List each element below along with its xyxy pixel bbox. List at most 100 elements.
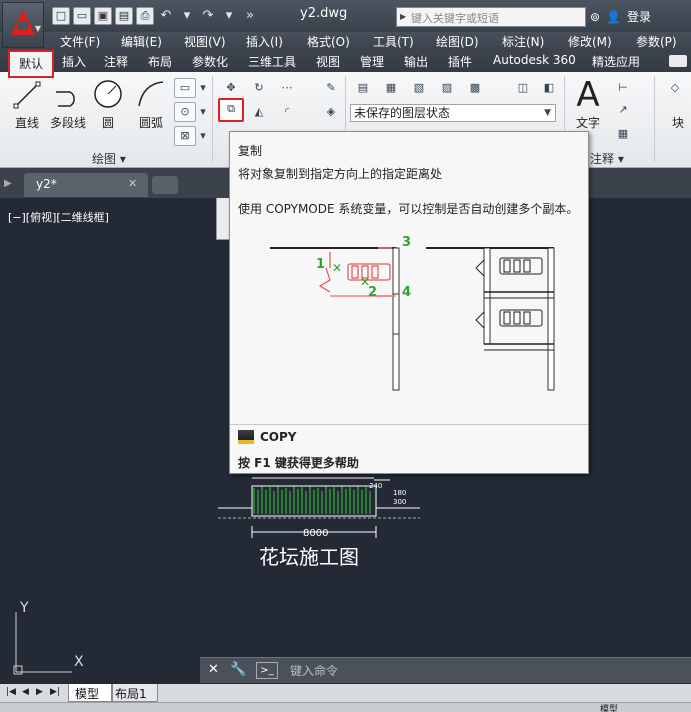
tab-layout[interactable]: 布局 [148, 53, 172, 70]
viewport-controls[interactable]: [−][俯视][二维线框] [8, 209, 109, 225]
layer-off-icon[interactable]: ▦ [380, 78, 402, 98]
tab-manage[interactable]: 管理 [360, 53, 384, 70]
menu-format[interactable]: 格式(O) [307, 33, 350, 50]
circle-label: 圆 [101, 116, 114, 130]
annotation-panel-title[interactable]: 注释 ▾ [590, 150, 624, 167]
tab-view[interactable]: 视图 [316, 53, 340, 70]
layer-walk-icon[interactable]: ◧ [538, 78, 560, 98]
tab-plugins[interactable]: 插件 [448, 53, 472, 70]
polyline-tool[interactable]: 多段线 [48, 78, 88, 131]
layer-properties-icon[interactable]: ▤ [352, 78, 374, 98]
application-menu-button[interactable]: ▼ [2, 2, 44, 48]
explode-icon[interactable]: ◈ [320, 102, 342, 122]
last-tab-icon[interactable]: ▶| [50, 687, 60, 697]
new-file-icon[interactable]: □ [52, 7, 70, 25]
rectangle-icon[interactable]: ▭ [174, 78, 196, 98]
more-commands-icon[interactable]: » [241, 7, 259, 25]
arc-tool[interactable]: 圆弧 [134, 78, 168, 131]
undo-dropdown-icon[interactable]: ▾ [178, 7, 196, 25]
rectangle-dropdown-icon[interactable]: ▾ [198, 78, 208, 98]
mirror-icon[interactable]: ◭ [248, 102, 270, 122]
ellipse-icon[interactable]: ⊙ [174, 102, 196, 122]
status-model-label[interactable]: 模型 [600, 702, 618, 712]
menu-dimension[interactable]: 标注(N) [502, 33, 544, 50]
tab-insert[interactable]: 插入 [62, 53, 86, 70]
menu-modify[interactable]: 修改(M) [568, 33, 612, 50]
dimension-icon[interactable]: ⊢ [612, 78, 634, 98]
ellipse-dropdown-icon[interactable]: ▾ [198, 102, 208, 122]
undo-icon[interactable]: ↶ [157, 7, 175, 25]
tab-annotate[interactable]: 注释 [104, 53, 128, 70]
document-title: y2.dwg [300, 6, 348, 21]
close-icon[interactable]: ✕ [208, 662, 219, 677]
tab-featured-apps[interactable]: 精选应用 [592, 53, 640, 70]
wrench-icon[interactable]: 🔧 [230, 662, 246, 677]
leader-icon[interactable]: ↗ [612, 100, 634, 120]
tooltip-title: 复制 [238, 144, 263, 158]
menu-view[interactable]: 视图(V) [184, 33, 226, 50]
command-line: ✕ 🔧 >_ 键入命令 [200, 657, 691, 683]
command-input[interactable]: 键入命令 [290, 662, 338, 679]
file-tabs-menu-icon[interactable]: ▶ [4, 178, 12, 189]
hatch-dropdown-icon[interactable]: ▾ [198, 126, 208, 146]
first-tab-icon[interactable]: |◀ [6, 687, 16, 697]
copy-icon[interactable]: ⧉ [218, 98, 244, 122]
save-as-icon[interactable]: ▤ [115, 7, 133, 25]
tooltip-command-name: COPY [260, 430, 297, 444]
login-link[interactable]: 登录 [627, 8, 651, 25]
print-icon[interactable]: ⎙ [136, 7, 154, 25]
block-insert-icon[interactable]: ◇ [664, 78, 686, 98]
menu-insert[interactable]: 插入(I) [246, 33, 283, 50]
menu-tools[interactable]: 工具(T) [373, 33, 414, 50]
command-prompt-icon[interactable]: >_ [256, 662, 278, 679]
layer-match-icon[interactable]: ◫ [512, 78, 534, 98]
arc-label: 圆弧 [138, 116, 163, 130]
search-input[interactable]: ▶ 键入关键字或短语 [396, 7, 586, 27]
tooltip-description: 将对象复制到指定方向上的指定距离处 [238, 167, 443, 181]
prev-tab-icon[interactable]: ◀ [22, 687, 29, 697]
menu-draw[interactable]: 绘图(D) [436, 33, 479, 50]
next-tab-icon[interactable]: ▶ [36, 687, 43, 697]
ribbon-minimize-button[interactable] [669, 55, 687, 67]
draw-panel-title[interactable]: 绘图 ▾ [92, 150, 126, 167]
erase-icon[interactable]: ✎ [320, 78, 342, 98]
title-bar: □ ▭ ▣ ▤ ⎙ ↶ ▾ ↷ ▾ » y2.dwg ▶ 键入关键字或短语 ⊚ … [0, 0, 691, 32]
menu-parametric[interactable]: 参数(P) [636, 33, 677, 50]
fillet-icon[interactable]: ◜ [276, 102, 298, 122]
new-tab-button[interactable] [152, 176, 178, 194]
tab-model[interactable]: 模型 [68, 684, 112, 702]
tab-autodesk-360[interactable]: Autodesk 360 [493, 53, 576, 67]
arc-icon [138, 81, 164, 107]
layer-lock-icon[interactable]: ▩ [464, 78, 486, 98]
redo-dropdown-icon[interactable]: ▾ [220, 7, 238, 25]
hatch-icon[interactable]: ⊠ [174, 126, 196, 146]
open-file-icon[interactable]: ▭ [73, 7, 91, 25]
menu-edit[interactable]: 编辑(E) [121, 33, 162, 50]
tab-output[interactable]: 输出 [404, 53, 428, 70]
line-tool[interactable]: 直线 [10, 78, 44, 131]
tab-layout1[interactable]: 布局1 [112, 684, 158, 702]
tab-parametric[interactable]: 参数化 [192, 53, 228, 70]
search-arrow-icon: ▶ [400, 12, 407, 21]
save-icon[interactable]: ▣ [94, 7, 112, 25]
menu-file[interactable]: 文件(F) [60, 33, 100, 50]
user-icon[interactable]: 👤 [606, 10, 621, 24]
move-icon[interactable]: ✥ [220, 78, 242, 98]
binoculars-icon[interactable]: ⊚ [590, 10, 600, 24]
layer-state-combo[interactable]: 未保存的图层状态 ▼ [350, 104, 556, 122]
rotate-icon[interactable]: ↻ [248, 78, 270, 98]
text-tool[interactable]: A 文字 [572, 76, 604, 131]
redo-icon[interactable]: ↷ [199, 7, 217, 25]
block-label: 块 [672, 116, 685, 130]
circle-tool[interactable]: 圆 [92, 78, 124, 131]
table-icon[interactable]: ▦ [612, 124, 634, 144]
layer-isolate-icon[interactable]: ▧ [408, 78, 430, 98]
chevron-down-icon: ▼ [544, 108, 551, 118]
tab-3d-tools[interactable]: 三维工具 [248, 53, 296, 70]
close-icon[interactable]: ✕ [128, 177, 137, 190]
trim-icon[interactable]: ⋯ [276, 78, 298, 98]
copy-illustration: ✕ ✕ 1 2 3 4 [270, 235, 555, 391]
layer-freeze-icon[interactable]: ▨ [436, 78, 458, 98]
tab-default[interactable]: 默认 [8, 50, 54, 78]
dimension-300: 300 [393, 498, 407, 506]
